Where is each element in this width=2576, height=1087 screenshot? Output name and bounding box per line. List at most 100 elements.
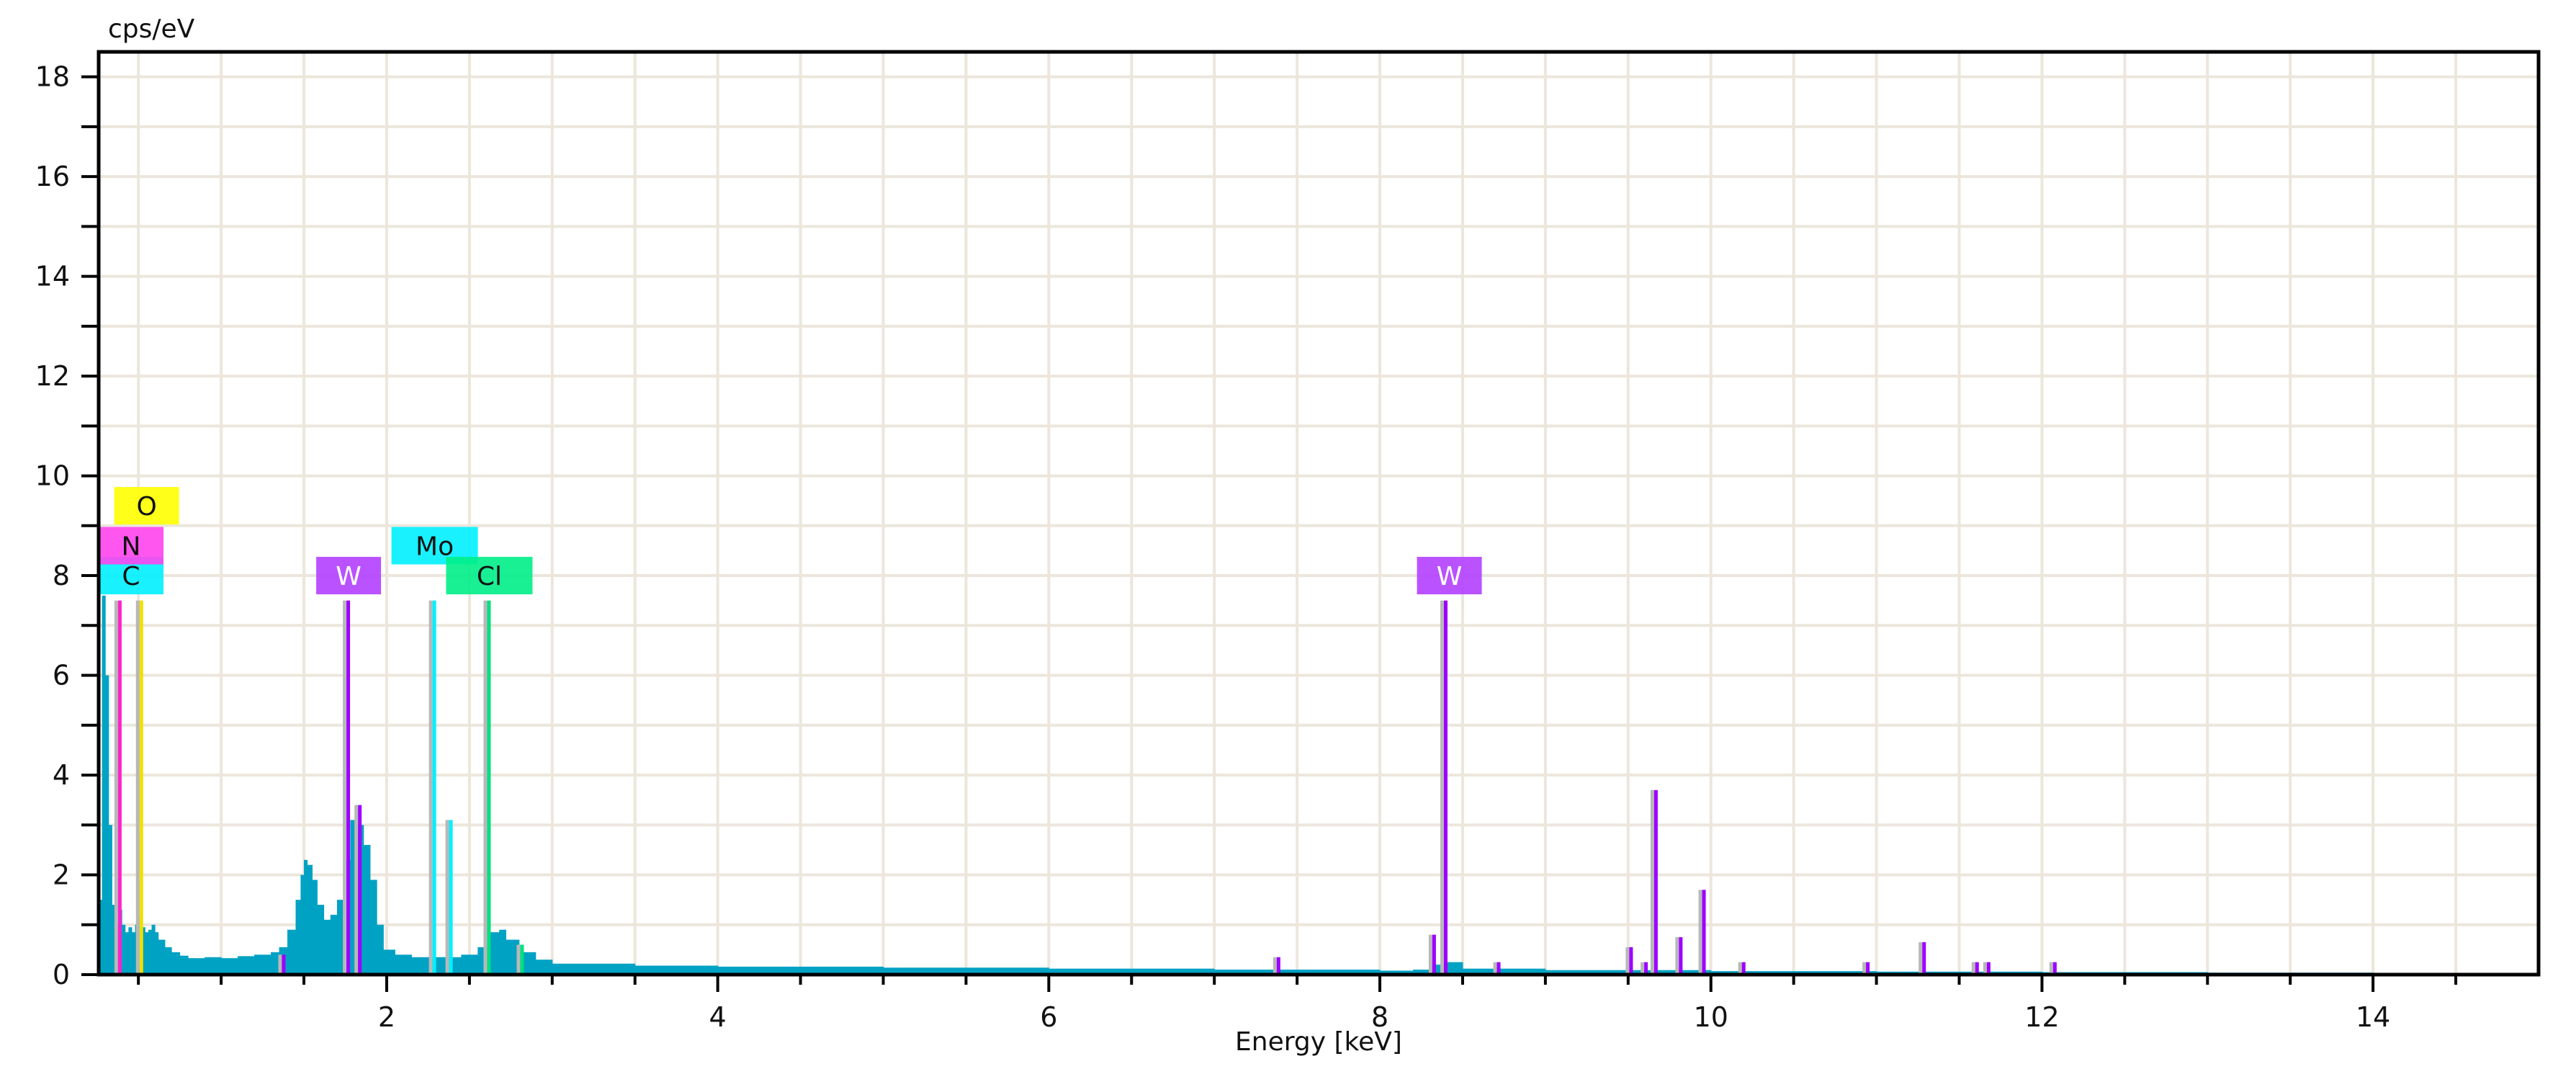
peak-marker-line: [2052, 962, 2057, 975]
peak-marker-line: [117, 600, 122, 975]
element-labels: CNOWMoCl W: [99, 487, 1482, 595]
y-tick-label: 4: [53, 759, 70, 791]
peak-markers: [114, 600, 2057, 975]
y-tick-label: 12: [35, 360, 70, 392]
peak-marker-line: [1629, 947, 1633, 975]
peak-marker-shadow: [1428, 934, 1432, 975]
y-tick-label: 16: [35, 161, 70, 192]
spectrum-bin: [377, 924, 384, 975]
spectrum-bin: [188, 958, 205, 975]
peak-marker-line: [1741, 962, 1746, 975]
y-tick-label: 10: [35, 460, 70, 492]
peak-marker-shadow: [1440, 600, 1444, 975]
peak-marker-line: [358, 805, 362, 975]
spectrum: [99, 595, 2473, 975]
spectrum-bin: [271, 952, 280, 975]
spectrum-bin: [122, 924, 126, 975]
x-tick-label: 2: [378, 1001, 395, 1033]
spectrum-bin: [171, 952, 181, 975]
spectrum-bin: [535, 959, 553, 975]
peak-marker-line: [449, 820, 453, 975]
y-tick-label: 0: [53, 959, 70, 990]
x-tick-label: 4: [709, 1001, 727, 1033]
y-tick-label: 6: [53, 660, 70, 692]
spectrum-bin: [1445, 962, 1463, 975]
spectrum-bin: [363, 844, 371, 975]
plot-frame: [97, 50, 2541, 977]
y-tick-label: 14: [35, 261, 70, 292]
peak-marker-shadow: [1918, 941, 1923, 975]
spectrum-bin: [148, 929, 153, 975]
element-label: W: [1437, 562, 1463, 591]
peak-marker-shadow: [516, 944, 521, 975]
peak-marker-shadow: [1650, 789, 1654, 975]
spectrum-bin: [151, 924, 156, 975]
spectrum-bin: [158, 939, 166, 975]
peak-marker-shadow: [428, 600, 433, 975]
spectrum-bin: [295, 900, 301, 975]
spectrum-bin: [383, 949, 395, 975]
peak-marker-shadow: [445, 820, 449, 975]
spectrum-bin: [179, 955, 189, 975]
peak-marker-shadow: [343, 600, 347, 975]
spectrum-bin: [105, 675, 109, 975]
peak-marker-shadow: [278, 954, 282, 975]
peak-marker-shadow: [114, 600, 118, 975]
element-label: N: [122, 532, 141, 562]
eds-spectrum-chart: CNOWMoCl W 0246810121416182 4 6 8 10 12 14 cps/…: [35, 14, 2541, 1057]
peak-marker-line: [1986, 962, 1991, 975]
grid: [99, 52, 2539, 975]
peak-marker-line: [282, 954, 286, 975]
peak-marker-shadow: [1273, 957, 1277, 975]
element-label: O: [136, 492, 156, 522]
spectrum-bin: [131, 932, 136, 975]
peak-marker-line: [139, 600, 143, 975]
spectrum-bin: [304, 859, 308, 975]
spectrum-bin: [108, 825, 112, 975]
spectrum-bin: [221, 958, 238, 975]
peak-marker-shadow: [1862, 962, 1867, 975]
spectrum-bin: [287, 929, 297, 975]
peak-marker-line: [1653, 789, 1658, 975]
spectrum-bin: [323, 919, 331, 975]
peak-marker-shadow: [1675, 937, 1679, 975]
peak-marker-line: [1276, 957, 1280, 975]
y-tick-label: 2: [53, 859, 70, 891]
spectrum-bin: [102, 595, 106, 975]
peak-marker-shadow: [483, 600, 488, 975]
spectrum-bin: [164, 947, 172, 975]
peak-marker-line: [1443, 600, 1448, 975]
peak-marker-line: [1866, 962, 1870, 975]
x-tick-label: 12: [2024, 1001, 2059, 1033]
spectrum-bin: [461, 954, 478, 975]
peak-marker-line: [346, 600, 351, 975]
element-label: C: [122, 562, 140, 591]
x-tick-label: 10: [1694, 1001, 1728, 1033]
spectrum-bin: [499, 929, 506, 975]
peak-marker-line: [487, 600, 491, 975]
peak-marker-shadow: [1738, 962, 1742, 975]
x-axis-title: Energy [keV]: [1235, 1027, 1402, 1057]
peak-marker-line: [1644, 962, 1648, 975]
spectrum-bin: [128, 927, 133, 975]
peak-marker-shadow: [1971, 962, 1975, 975]
peak-marker-shadow: [1641, 962, 1645, 975]
y-tick-label: 18: [35, 61, 70, 93]
x-tick-label: 14: [2356, 1001, 2390, 1033]
peak-marker-line: [1496, 962, 1501, 975]
spectrum-bin: [489, 932, 500, 975]
peak-marker-line: [1432, 934, 1436, 975]
spectrum-bin: [125, 932, 129, 975]
x-tick-label: 6: [1040, 1001, 1057, 1033]
peak-marker-line: [1922, 941, 1926, 975]
peak-marker-line: [1702, 890, 1706, 975]
peak-marker-shadow: [1698, 890, 1702, 975]
spectrum-bin: [330, 914, 338, 975]
peak-marker-line: [432, 600, 436, 975]
spectrum-bin: [238, 956, 255, 975]
peak-marker-shadow: [1493, 962, 1497, 975]
peak-marker-line: [1975, 962, 1979, 975]
peak-marker-line: [520, 944, 524, 975]
spectrum-bin: [155, 932, 159, 975]
y-tick-label: 8: [53, 560, 70, 591]
